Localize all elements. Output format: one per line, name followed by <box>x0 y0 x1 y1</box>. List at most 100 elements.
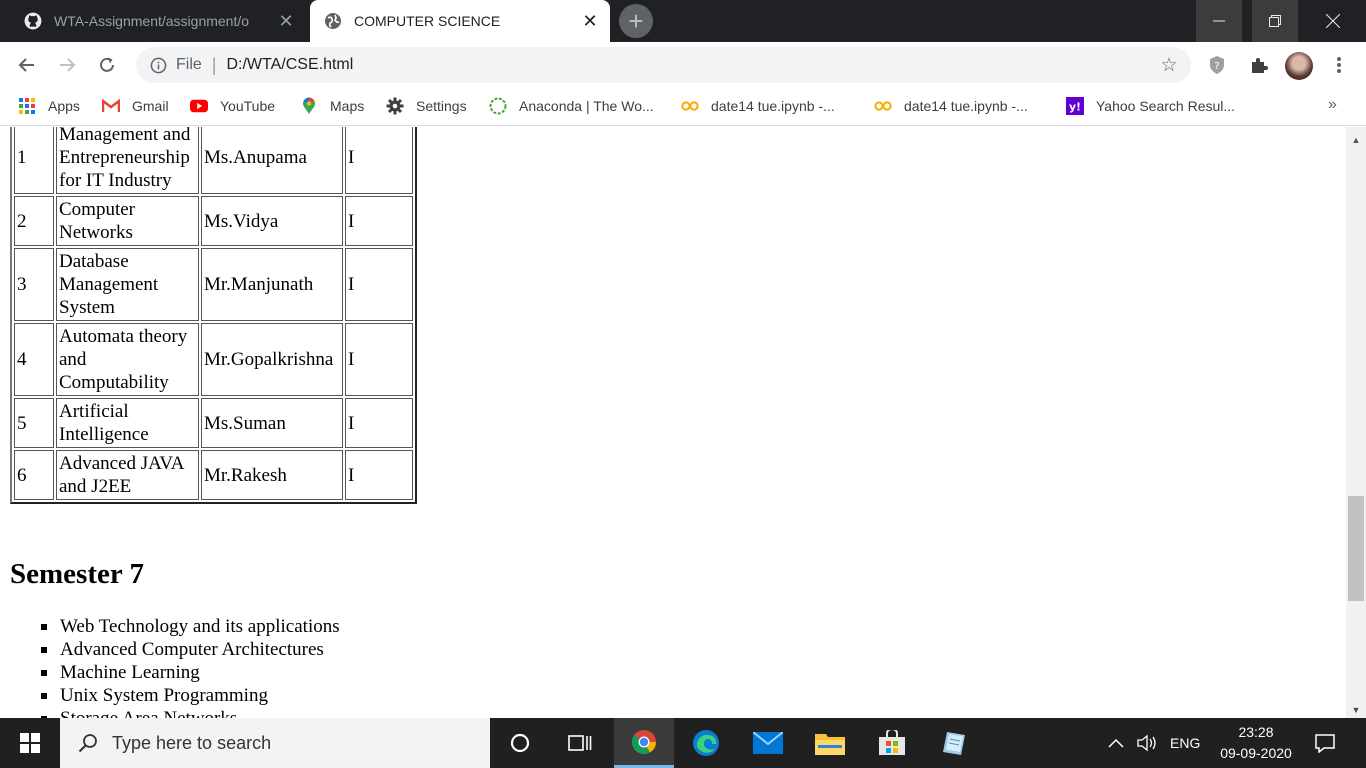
bookmark-label: Anaconda | The Wo... <box>519 98 654 114</box>
colab-icon <box>874 97 892 115</box>
semester-heading: Semester 7 <box>10 558 144 590</box>
extensions-puzzle-icon[interactable] <box>1244 50 1274 80</box>
store-taskbar-icon[interactable] <box>862 718 922 768</box>
apps-grid-icon <box>18 97 36 115</box>
globe-icon <box>324 12 342 30</box>
course-list: Web Technology and its applications Advan… <box>20 615 340 718</box>
gmail-icon <box>102 97 120 115</box>
new-tab-button[interactable]: + <box>619 4 653 38</box>
mail-taskbar-icon[interactable] <box>738 718 798 768</box>
address-bar[interactable]: File | D:/WTA/CSE.html ☆ <box>136 47 1191 83</box>
bookmark-colab-1[interactable]: date14 tue.ipynb -... <box>681 94 835 118</box>
course-item: Storage Area Networks <box>20 707 340 718</box>
browser-toolbar: File | D:/WTA/CSE.html ☆ ? <box>0 42 1366 88</box>
section-cell: I <box>345 248 413 321</box>
section-cell: I <box>345 127 413 194</box>
section-cell: I <box>345 196 413 246</box>
row-number-cell: 6 <box>14 450 54 500</box>
url-text[interactable]: D:/WTA/CSE.html <box>226 56 353 74</box>
bookmark-settings[interactable]: Settings <box>386 94 467 118</box>
bookmark-label: Yahoo Search Resul... <box>1096 98 1236 114</box>
task-view-icon[interactable] <box>550 718 610 768</box>
tab-close-icon[interactable]: ✕ <box>274 9 298 33</box>
reload-icon[interactable] <box>92 50 122 80</box>
faculty-cell: Mr.Gopalkrishna <box>201 323 343 396</box>
bookmark-youtube[interactable]: YouTube <box>190 94 275 118</box>
row-number-cell: 5 <box>14 398 54 448</box>
forward-arrow-icon[interactable] <box>52 50 82 80</box>
bookmarks-bar: Apps Gmail YouTube Maps Settings Anacond… <box>0 88 1366 126</box>
subject-cell: Computer Networks <box>56 196 199 246</box>
system-clock[interactable]: 23:28 09-09-2020 <box>1206 722 1306 764</box>
scroll-down-arrow-icon[interactable]: ▼ <box>1346 701 1366 718</box>
profile-avatar[interactable] <box>1285 52 1313 80</box>
tab-github[interactable]: WTA-Assignment/assignment/o ✕ <box>10 0 306 42</box>
info-icon[interactable] <box>148 55 168 75</box>
table-row: 5 Artificial Intelligence Ms.Suman I <box>14 398 413 448</box>
bookmark-anaconda[interactable]: Anaconda | The Wo... <box>489 94 654 118</box>
section-cell: I <box>345 398 413 448</box>
bookmark-colab-2[interactable]: date14 tue.ipynb -... <box>874 94 1028 118</box>
bookmarks-overflow-button[interactable]: » <box>1328 96 1337 114</box>
bookmark-label: date14 tue.ipynb -... <box>904 98 1028 114</box>
more-menu-icon[interactable] <box>1324 50 1354 80</box>
back-arrow-icon[interactable] <box>12 50 42 80</box>
row-number-cell: 1 <box>14 127 54 194</box>
section-cell: I <box>345 450 413 500</box>
subject-table-container: 1 Management and Entrepreneurship for IT … <box>10 127 417 504</box>
row-number-cell: 2 <box>14 196 54 246</box>
bookmark-label: Apps <box>48 98 80 114</box>
volume-icon[interactable] <box>1136 718 1160 768</box>
subject-cell: Automata theory and Computability <box>56 323 199 396</box>
faculty-cell: Ms.Suman <box>201 398 343 448</box>
row-number-cell: 4 <box>14 323 54 396</box>
taskbar-search-box[interactable]: Type here to search <box>60 718 490 768</box>
clock-date: 09-09-2020 <box>1220 745 1292 761</box>
edge-taskbar-icon[interactable] <box>676 718 736 768</box>
scroll-up-arrow-icon[interactable]: ▲ <box>1346 131 1366 148</box>
bookmark-star-icon[interactable]: ☆ <box>1159 55 1179 76</box>
chrome-taskbar-icon[interactable] <box>614 718 674 768</box>
anaconda-icon <box>489 97 507 115</box>
window-close-icon[interactable] <box>1310 0 1356 42</box>
page-scrollbar[interactable]: ▲ ▼ <box>1346 127 1366 718</box>
notepad-taskbar-icon[interactable] <box>924 718 984 768</box>
bookmark-label: YouTube <box>220 98 276 114</box>
svg-text:?: ? <box>1214 61 1219 72</box>
bookmark-yahoo[interactable]: y! Yahoo Search Resul... <box>1066 94 1235 118</box>
subject-table: 1 Management and Entrepreneurship for IT … <box>10 127 417 504</box>
table-row: 4 Automata theory and Computability Mr.Gop… <box>14 323 413 396</box>
scrollbar-thumb[interactable] <box>1348 496 1364 601</box>
subject-cell: Management and Entrepreneurship for IT I… <box>56 127 199 194</box>
bookmark-apps[interactable]: Apps <box>18 94 80 118</box>
tab-computer-science[interactable]: COMPUTER SCIENCE ✕ <box>310 0 610 42</box>
table-row: 1 Management and Entrepreneurship for IT … <box>14 127 413 194</box>
subject-cell: Artificial Intelligence <box>56 398 199 448</box>
bookmark-maps[interactable]: Maps <box>300 94 364 118</box>
windows-taskbar: Type here to search ENG 23:28 09-09-2020 <box>0 718 1366 768</box>
table-row: 3 Database Management System Mr.Manjunath I <box>14 248 413 321</box>
table-row: 2 Computer Networks Ms.Vidya I <box>14 196 413 246</box>
restore-icon[interactable] <box>1252 0 1298 42</box>
windows-start-icon[interactable] <box>0 718 60 768</box>
tab-title: COMPUTER SCIENCE <box>354 13 501 29</box>
minimize-icon[interactable] <box>1196 0 1242 42</box>
svg-text:y!: y! <box>1069 101 1081 114</box>
shield-extension-icon[interactable]: ? <box>1202 50 1232 80</box>
bookmark-label: date14 tue.ipynb -... <box>711 98 835 114</box>
search-icon <box>76 731 100 755</box>
yahoo-icon: y! <box>1066 97 1084 115</box>
tab-close-icon[interactable]: ✕ <box>578 9 602 33</box>
browser-tab-strip: WTA-Assignment/assignment/o ✕ COMPUTER S… <box>0 0 1366 42</box>
colab-icon <box>681 97 699 115</box>
input-language[interactable]: ENG <box>1170 718 1200 768</box>
action-center-icon[interactable] <box>1302 718 1348 768</box>
show-hidden-icons-chevron-icon[interactable] <box>1108 718 1124 768</box>
course-item: Web Technology and its applications <box>20 615 340 638</box>
bookmark-gmail[interactable]: Gmail <box>102 94 169 118</box>
cortana-icon[interactable] <box>490 718 550 768</box>
bookmark-label: Gmail <box>132 98 169 114</box>
file-explorer-taskbar-icon[interactable] <box>800 718 860 768</box>
table-row: 6 Advanced JAVA and J2EE Mr.Rakesh I <box>14 450 413 500</box>
github-icon <box>24 12 42 30</box>
